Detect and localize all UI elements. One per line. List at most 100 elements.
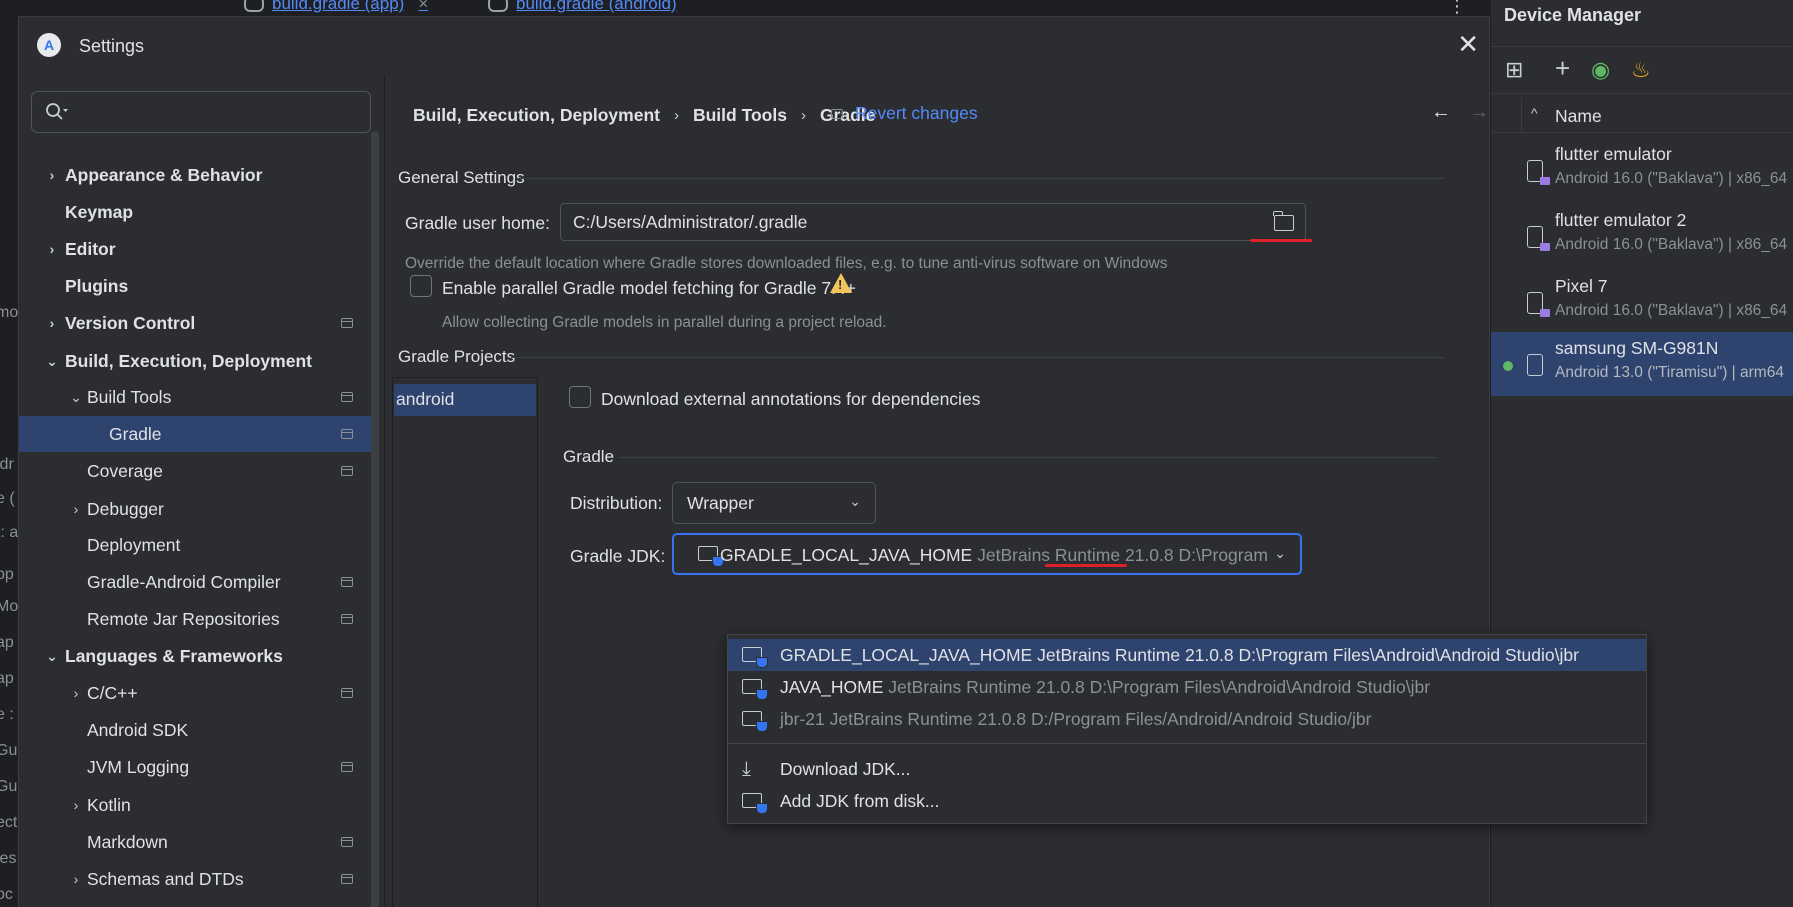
- chevron-right-icon[interactable]: ›: [69, 797, 83, 813]
- gradle-user-home-hint: Override the default location where Grad…: [405, 255, 1168, 272]
- emulator-icon: [1527, 292, 1550, 317]
- tree-item-debugger[interactable]: › Debugger: [19, 491, 371, 527]
- device-table-header: ^ Name: [1491, 97, 1793, 133]
- device-row[interactable]: flutter emulator Android 16.0 ("Baklava"…: [1491, 138, 1793, 202]
- project-level-icon: [831, 108, 843, 119]
- chevron-right-icon[interactable]: ›: [69, 871, 83, 887]
- sort-caret-icon[interactable]: ^: [1531, 105, 1538, 121]
- jdk-option-jbr-21[interactable]: jbr-21 JetBrains Runtime 21.0.8 D:/Progr…: [728, 703, 1646, 735]
- tree-item-version-control[interactable]: › Version Control: [19, 305, 371, 341]
- tree-item-label: Remote Jar Repositories: [87, 608, 280, 629]
- download-icon: ⤓: [742, 757, 751, 780]
- chevron-right-icon[interactable]: ›: [69, 685, 83, 701]
- project-item-android[interactable]: android: [394, 384, 536, 416]
- column-name[interactable]: Name: [1555, 106, 1602, 127]
- tree-scrollbar[interactable]: [371, 131, 379, 907]
- tree-item-build-tools[interactable]: ⌄ Build Tools: [19, 379, 371, 415]
- project-level-icon: [341, 614, 353, 624]
- firebase-icon[interactable]: ♨: [1631, 57, 1651, 83]
- gradle-projects-title: Gradle Projects: [398, 347, 516, 366]
- tree-item-label: Coverage: [87, 460, 163, 481]
- section-divider: [516, 178, 1444, 179]
- breadcrumb-build-execution-deployment[interactable]: Build, Execution, Deployment: [413, 105, 660, 126]
- project-level-icon: [341, 577, 353, 587]
- device-row[interactable]: flutter emulator 2 Android 16.0 ("Baklav…: [1491, 204, 1793, 268]
- tree-item-build-execution-deployment[interactable]: ⌄ Build, Execution, Deployment: [19, 343, 371, 379]
- tree-item-label: Debugger: [87, 498, 164, 519]
- more-options-icon[interactable]: ⋮: [1448, 0, 1466, 17]
- chevron-down-icon: ⌄: [1274, 545, 1286, 561]
- settings-search-input[interactable]: [31, 91, 371, 133]
- add-icon[interactable]: +: [1555, 53, 1570, 84]
- jdk-option-gradle-local-java-home[interactable]: GRADLE_LOCAL_JAVA_HOME JetBrains Runtime…: [728, 639, 1646, 671]
- tree-item-gradle-android-compiler[interactable]: Gradle-Android Compiler: [19, 564, 371, 600]
- add-jdk-from-disk-option[interactable]: Add JDK from disk...: [728, 785, 1646, 817]
- parallel-fetching-label: Enable parallel Gradle model fetching fo…: [442, 278, 856, 298]
- chevron-right-icon[interactable]: ›: [45, 315, 59, 331]
- annotation-underline: [1045, 564, 1127, 567]
- tree-item-label: Android SDK: [87, 719, 189, 740]
- gradle-user-home-input[interactable]: [560, 203, 1306, 241]
- search-icon: [46, 103, 68, 120]
- tree-item-label: Plugins: [65, 275, 129, 296]
- project-level-icon: [341, 466, 353, 476]
- tree-item-label: Gradle: [109, 423, 162, 444]
- tree-item-label: JVM Logging: [87, 756, 190, 777]
- folder-icon[interactable]: [1273, 211, 1294, 231]
- download-jdk-option[interactable]: ⤓ Download JDK...: [728, 753, 1646, 785]
- download-annotations-label: Download external annotations for depend…: [601, 389, 981, 409]
- download-annotations-checkbox[interactable]: [569, 386, 591, 408]
- gradle-jdk-select[interactable]: GRADLE_LOCAL_JAVA_HOME JetBrains Runtime…: [672, 533, 1302, 575]
- editor-tab-strip: build.gradle (app) × build.gradle (andro…: [224, 0, 1490, 16]
- tree-item-markdown[interactable]: Markdown: [19, 824, 371, 860]
- tree-item-schemas-and-dtds[interactable]: › Schemas and DTDs: [19, 861, 371, 897]
- chevron-right-icon[interactable]: ›: [45, 241, 59, 257]
- forward-arrow-icon[interactable]: →: [1469, 101, 1489, 124]
- settings-nav-pane: › Appearance & Behavior Keymap › Editor Plugi…: [19, 75, 385, 907]
- tree-item-label: Markdown: [87, 831, 168, 852]
- revert-changes-link[interactable]: Revert changes: [831, 103, 978, 124]
- tree-item-c-c[interactable]: › C/C++: [19, 675, 371, 711]
- chevron-right-icon[interactable]: ›: [69, 501, 83, 517]
- tree-item-editor[interactable]: › Editor: [19, 231, 371, 267]
- wifi-pairing-icon[interactable]: ◉: [1591, 57, 1610, 83]
- tree-item-kotlin[interactable]: › Kotlin: [19, 787, 371, 823]
- editor-tab-build-gradle-app[interactable]: build.gradle (app) ×: [244, 0, 428, 14]
- device-row[interactable]: samsung SM-G981N Android 13.0 ("Tiramisu…: [1491, 332, 1793, 396]
- jdk-option-java-home[interactable]: JAVA_HOME JetBrains Runtime 21.0.8 D:\Pr…: [728, 671, 1646, 703]
- parallel-fetching-hint: Allow collecting Gradle models in parall…: [442, 314, 887, 331]
- tree-item-android-sdk[interactable]: Android SDK: [19, 712, 371, 748]
- jdk-icon: [742, 679, 768, 700]
- tree-item-gradle[interactable]: Gradle: [19, 416, 371, 452]
- tree-item-label: Keymap: [65, 201, 134, 222]
- tree-item-keymap[interactable]: Keymap: [19, 194, 371, 230]
- tree-item-appearance-behavior[interactable]: › Appearance & Behavior: [19, 157, 371, 193]
- tree-item-jvm-logging[interactable]: JVM Logging: [19, 749, 371, 785]
- breadcrumb-build-tools[interactable]: Build Tools: [693, 105, 787, 126]
- chevron-right-icon[interactable]: ›: [45, 167, 59, 183]
- tree-item-remote-jar-repositories[interactable]: Remote Jar Repositories: [19, 601, 371, 637]
- chevron-down-icon: ⌄: [849, 493, 861, 509]
- chevron-down-icon[interactable]: ⌄: [45, 353, 59, 370]
- tree-item-deployment[interactable]: Deployment: [19, 527, 371, 563]
- distribution-label: Distribution:: [570, 493, 663, 513]
- distribution-select[interactable]: Wrapper ⌄: [672, 482, 876, 524]
- gradle-file-icon: [488, 0, 508, 12]
- device-manager-title: Device Manager: [1504, 5, 1642, 25]
- back-arrow-icon[interactable]: ←: [1431, 101, 1451, 124]
- chevron-down-icon[interactable]: ⌄: [45, 648, 59, 665]
- tree-item-languages-frameworks[interactable]: ⌄ Languages & Frameworks: [19, 638, 371, 674]
- device-row[interactable]: Pixel 7 Android 16.0 ("Baklava") | x86_6…: [1491, 270, 1793, 334]
- android-studio-logo-icon: A: [37, 33, 61, 57]
- layout-grid-icon[interactable]: ⊞: [1505, 57, 1523, 83]
- editor-tab-build-gradle-android[interactable]: build.gradle (android): [488, 0, 677, 14]
- parallel-fetching-checkbox[interactable]: [410, 275, 432, 297]
- close-icon[interactable]: ✕: [1457, 31, 1479, 57]
- tree-item-plugins[interactable]: Plugins: [19, 268, 371, 304]
- tree-item-label: Gradle-Android Compiler: [87, 571, 281, 592]
- tab-close-icon[interactable]: ×: [418, 0, 428, 14]
- gradle-jdk-label: Gradle JDK:: [570, 546, 666, 566]
- tree-item-coverage[interactable]: Coverage: [19, 453, 371, 489]
- gradle-user-home-label: Gradle user home:: [405, 213, 550, 233]
- chevron-down-icon[interactable]: ⌄: [69, 389, 83, 406]
